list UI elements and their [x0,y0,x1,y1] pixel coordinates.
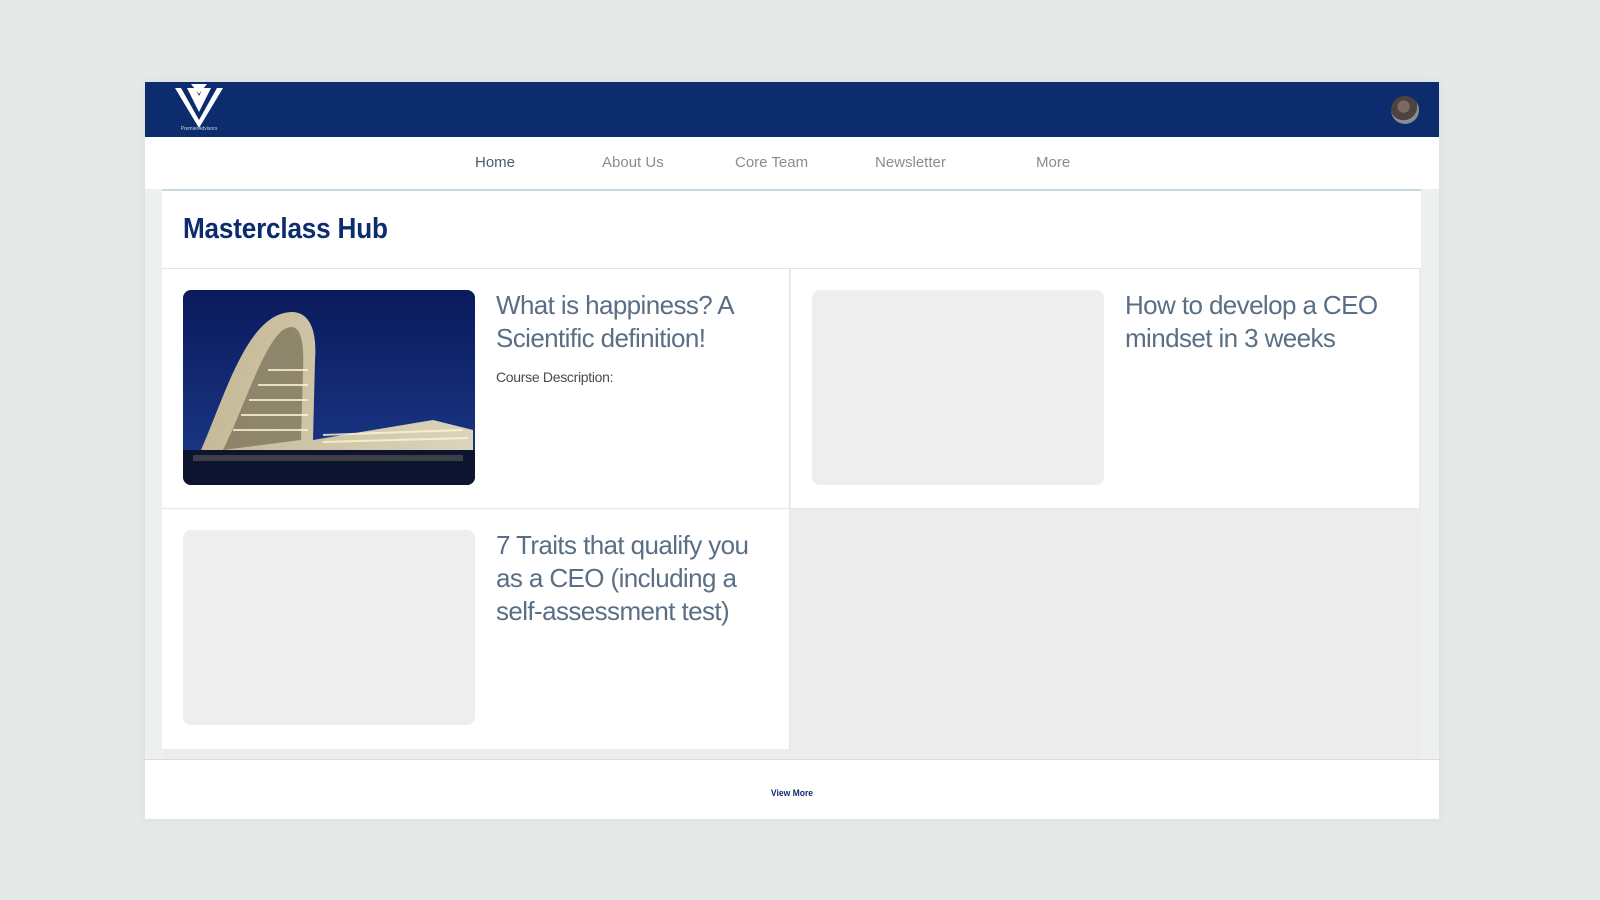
masterclass-section: Masterclass Hub What is happiness? A Sci… [162,189,1421,759]
section-header: Masterclass Hub [162,189,1421,269]
nav-item-more[interactable]: More [1036,137,1070,189]
nav-item-core-team[interactable]: Core Team [735,137,808,189]
course-card[interactable]: What is happiness? A Scientific definiti… [162,269,790,509]
section-footer: View More [145,759,1439,819]
view-more-link[interactable]: View More [177,760,1406,818]
site-frame: PremierAdvisors Home About Us Core Team … [145,82,1439,819]
course-card[interactable]: How to develop a CEO mindset in 3 weeks [791,269,1419,509]
page-title: Masterclass Hub [183,213,388,245]
nav-item-about-us[interactable]: About Us [602,137,664,189]
logo-wordmark: PremierAdvisors [180,126,218,132]
building-photo [183,290,475,485]
course-title[interactable]: What is happiness? A Scientific definiti… [496,289,776,355]
course-image[interactable] [183,290,475,485]
course-image-placeholder[interactable] [183,530,475,725]
logo-icon [175,84,223,128]
course-image-placeholder[interactable] [812,290,1104,485]
course-title[interactable]: How to develop a CEO mindset in 3 weeks [1125,289,1405,355]
nav-item-newsletter[interactable]: Newsletter [875,137,946,189]
course-description: Course Description: [496,369,614,385]
top-bar: PremierAdvisors [145,82,1439,137]
course-title[interactable]: 7 Traits that qualify you as a CEO (incl… [496,529,776,628]
main-nav: Home About Us Core Team Newsletter More [145,137,1439,189]
user-avatar-icon[interactable] [1391,96,1419,124]
nav-item-home[interactable]: Home [475,137,515,189]
course-card[interactable]: 7 Traits that qualify you as a CEO (incl… [162,509,790,749]
brand-logo[interactable]: PremierAdvisors [171,82,227,136]
